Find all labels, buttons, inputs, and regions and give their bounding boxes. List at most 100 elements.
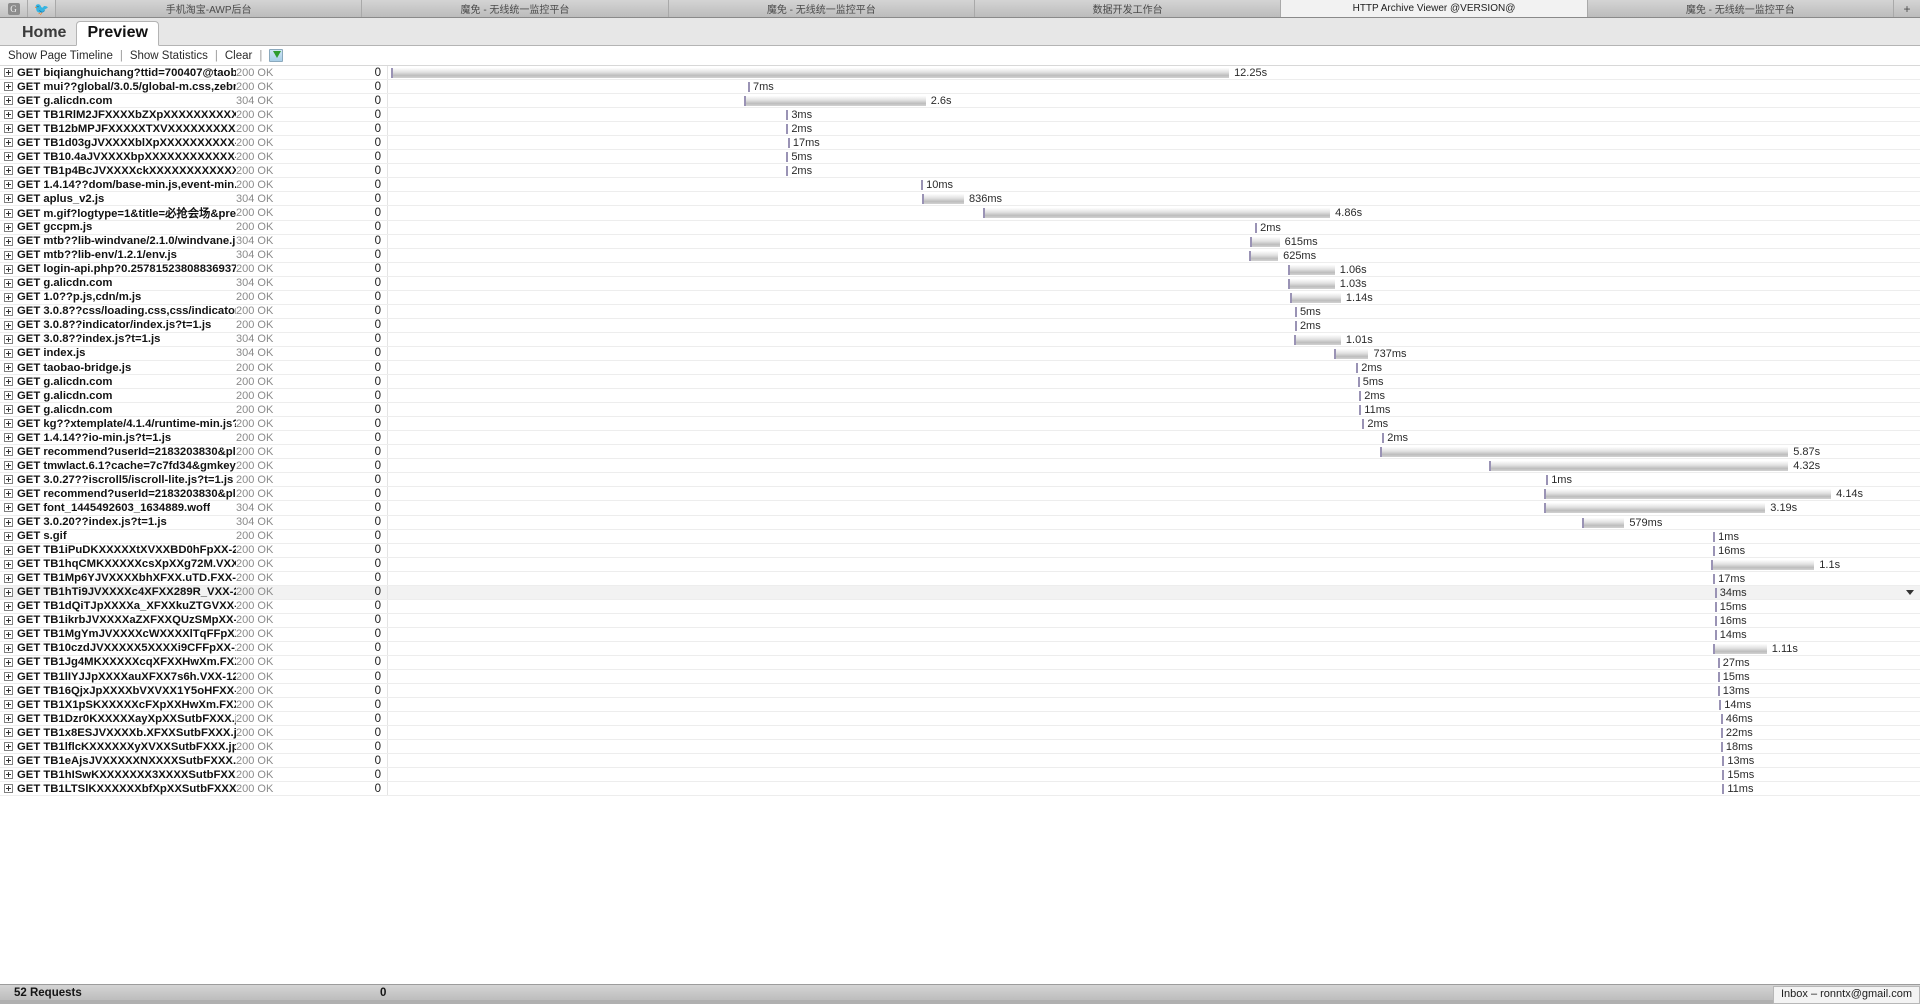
expand-plus-icon[interactable]	[4, 475, 13, 485]
expand-plus-icon[interactable]	[4, 194, 13, 204]
expand-plus-icon[interactable]	[4, 166, 13, 176]
expand-plus-icon[interactable]	[4, 728, 13, 738]
expand-plus-icon[interactable]	[4, 489, 13, 499]
table-row[interactable]: GET TB1hqCMKXXXXXcsXpXXg72M.VXX-13-16.20…	[0, 557, 1920, 572]
table-row[interactable]: GET g.alicdn.com 304 OK 0 1.03s	[0, 276, 1920, 291]
table-row[interactable]: GET TB1X1pSKXXXXXcFXpXXHwXm.FXX-126-3200…	[0, 698, 1920, 713]
table-row[interactable]: GET m.gif?logtype=1&title=必抢会场&pre=&cach…	[0, 206, 1920, 221]
expand-plus-icon[interactable]	[4, 573, 13, 583]
app-tab-preview[interactable]: Preview	[76, 21, 159, 46]
table-row[interactable]: GET TB1MgYmJVXXXXcWXXXXlTqFFpXX-18-24.20…	[0, 627, 1920, 642]
table-row[interactable]: GET TB1lflcKXXXXXXyXVXXSutbFXXX.jpg_290x…	[0, 740, 1920, 755]
expand-plus-icon[interactable]	[4, 700, 13, 710]
table-row[interactable]: GET TB1x8ESJVXXXXb.XFXXSutbFXXX.jpg_290x…	[0, 726, 1920, 741]
expand-plus-icon[interactable]	[4, 152, 13, 162]
table-row[interactable]: GET g.alicdn.com 200 OK 0 2ms	[0, 389, 1920, 404]
expand-plus-icon[interactable]	[4, 236, 13, 246]
expand-plus-icon[interactable]	[4, 714, 13, 724]
browser-tab-3[interactable]: 数据开发工作台	[974, 0, 1282, 17]
show-statistics-link[interactable]: Show Statistics	[128, 50, 210, 62]
expand-plus-icon[interactable]	[4, 208, 13, 218]
download-har-icon[interactable]	[269, 49, 284, 62]
table-row[interactable]: GET TB1eAjsJVXXXXXNXXXXSutbFXXX.jpg_290x…	[0, 754, 1920, 769]
expand-plus-icon[interactable]	[4, 124, 13, 134]
expand-plus-icon[interactable]	[4, 68, 13, 78]
table-row[interactable]: GET recommend?userId=2183203830&platform…	[0, 487, 1920, 502]
table-row[interactable]: GET kg??xtemplate/4.1.4/runtime-min.js?t…	[0, 417, 1920, 432]
expand-plus-icon[interactable]	[4, 742, 13, 752]
table-row[interactable]: GET recommend?userId=2183203830&platform…	[0, 445, 1920, 460]
table-row[interactable]: GET aplus_v2.js 304 OK 0 836ms	[0, 192, 1920, 207]
table-row[interactable]: GET g.alicdn.com 200 OK 0 11ms	[0, 403, 1920, 418]
browser-tab-5[interactable]: 魔免 - 无线统一监控平台	[1587, 0, 1894, 17]
table-row[interactable]: GET TB1lIYJJpXXXXauXFXX7s6h.VXX-122-9.pn…	[0, 670, 1920, 685]
clear-link[interactable]: Clear	[223, 50, 254, 62]
table-row[interactable]: GET TB1dQiTJpXXXXa_XFXXkuZTGVXX-46-57.p2…	[0, 599, 1920, 614]
expand-plus-icon[interactable]	[4, 138, 13, 148]
browser-tab-4[interactable]: HTTP Archive Viewer @VERSION@	[1281, 0, 1588, 17]
table-row[interactable]: GET TB12bMPJFXXXXXTXVXXXXXXXXXX-72-72.20…	[0, 122, 1920, 137]
table-row[interactable]: GET TB1hTi9JVXXXXc4XFXX289R_VXX-240-2402…	[0, 585, 1920, 600]
expand-plus-icon[interactable]	[4, 531, 13, 541]
app-icon-button[interactable]: G	[0, 0, 28, 17]
table-row[interactable]: GET 1.0??p.js,cdn/m.js 200 OK 0 1.14s	[0, 290, 1920, 305]
table-row[interactable]: GET taobao-bridge.js 200 OK 0 2ms	[0, 360, 1920, 376]
browser-tab-1[interactable]: 魔免 - 无线统一监控平台	[362, 0, 669, 17]
expand-plus-icon[interactable]	[4, 306, 13, 316]
table-row[interactable]: GET TB1Mp6YJVXXXXbhXFXX.uTD.FXX-10-10.p2…	[0, 571, 1920, 586]
expand-plus-icon[interactable]	[4, 391, 13, 401]
show-page-timeline-link[interactable]: Show Page Timeline	[6, 50, 115, 62]
table-row[interactable]: GET TB16QjxJpXXXXbVXVXX1Y5oHFXX-56-21.p2…	[0, 684, 1920, 699]
browser-tab-0[interactable]: 手机淘宝-AWP后台	[56, 0, 363, 17]
expand-plus-icon[interactable]	[4, 222, 13, 232]
expand-plus-icon[interactable]	[4, 110, 13, 120]
expand-plus-icon[interactable]	[4, 756, 13, 766]
expand-plus-icon[interactable]	[4, 461, 13, 471]
expand-plus-icon[interactable]	[4, 629, 13, 639]
table-row[interactable]: GET s.gif 200 OK 0 1ms	[0, 529, 1920, 544]
table-row[interactable]: GET TB10czdJVXXXXX5XXXXi9CFFpXX-18-24.g2…	[0, 641, 1920, 656]
chevron-down-icon[interactable]	[1906, 589, 1914, 595]
new-tab-button[interactable]: +	[1894, 0, 1920, 17]
request-waterfall-list[interactable]: GET biqianghuichang?ttid=700407@taobao_i…	[0, 66, 1920, 984]
expand-plus-icon[interactable]	[4, 643, 13, 653]
expand-plus-icon[interactable]	[4, 657, 13, 667]
table-row[interactable]: GET 3.0.27??iscroll5/iscroll-lite.js?t=1…	[0, 473, 1920, 488]
expand-plus-icon[interactable]	[4, 770, 13, 780]
table-row[interactable]: GET biqianghuichang?ttid=700407@taobao_i…	[0, 66, 1920, 81]
table-row[interactable]: GET 3.0.20??index.js?t=1.js 304 OK 0 579ms	[0, 515, 1920, 530]
browser-tab-2[interactable]: 魔免 - 无线统一监控平台	[668, 0, 975, 17]
table-row[interactable]: GET TB1Dzr0KXXXXXayXpXXSutbFXXX.jpg 200 O…	[0, 712, 1920, 727]
expand-plus-icon[interactable]	[4, 320, 13, 330]
table-row[interactable]: GET mui??global/3.0.5/global-m.css,zebra…	[0, 80, 1920, 95]
table-row[interactable]: GET 1.4.14??dom/base-min.js,event-min.js…	[0, 178, 1920, 193]
table-row[interactable]: GET mtb??lib-windvane/2.1.0/windvane.js 3…	[0, 234, 1920, 249]
vertical-scrollbar[interactable]	[1916, 66, 1920, 984]
app-tab-home[interactable]: Home	[12, 22, 76, 45]
table-row[interactable]: GET TB10.4aJVXXXXbpXXXXXXXXXXXX-72-72.p2…	[0, 150, 1920, 165]
table-row[interactable]: GET login-api.php?0.25781523808836937 200…	[0, 262, 1920, 277]
table-row[interactable]: GET TB1RlM2JFXXXXbZXpXXXXXXXXXX-72-72.p2…	[0, 108, 1920, 123]
expand-plus-icon[interactable]	[4, 545, 13, 555]
expand-plus-icon[interactable]	[4, 615, 13, 625]
expand-plus-icon[interactable]	[4, 686, 13, 696]
table-row[interactable]: GET tmwlact.6.1?cache=7c7fd34&gmkey=&gok…	[0, 459, 1920, 474]
expand-plus-icon[interactable]	[4, 82, 13, 92]
expand-plus-icon[interactable]	[4, 278, 13, 288]
expand-plus-icon[interactable]	[4, 96, 13, 106]
expand-plus-icon[interactable]	[4, 447, 13, 457]
table-row[interactable]: GET TB1Jg4MKXXXXXcqXFXXHwXm.FXX-126-3200…	[0, 655, 1920, 671]
table-row[interactable]: GET TB1LTSlKXXXXXXbfXpXXSutbFXXX.jpg_290…	[0, 782, 1920, 797]
table-row[interactable]: GET TB1hISwKXXXXXXX3XXXXSutbFXXX.jpg_290…	[0, 768, 1920, 783]
table-row[interactable]: GET mtb??lib-env/1.2.1/env.js 304 OK 0 625m…	[0, 248, 1920, 263]
expand-plus-icon[interactable]	[4, 377, 13, 387]
expand-plus-icon[interactable]	[4, 587, 13, 597]
table-row[interactable]: GET index.js 304 OK 0 737ms	[0, 346, 1920, 361]
table-row[interactable]: GET font_1445492603_1634889.woff 304 OK 0 3…	[0, 501, 1920, 516]
expand-plus-icon[interactable]	[4, 672, 13, 682]
expand-plus-icon[interactable]	[4, 250, 13, 260]
expand-plus-icon[interactable]	[4, 517, 13, 527]
table-row[interactable]: GET 3.0.8??index.js?t=1.js 304 OK 0 1.01s	[0, 332, 1920, 347]
expand-plus-icon[interactable]	[4, 264, 13, 274]
expand-plus-icon[interactable]	[4, 348, 13, 358]
